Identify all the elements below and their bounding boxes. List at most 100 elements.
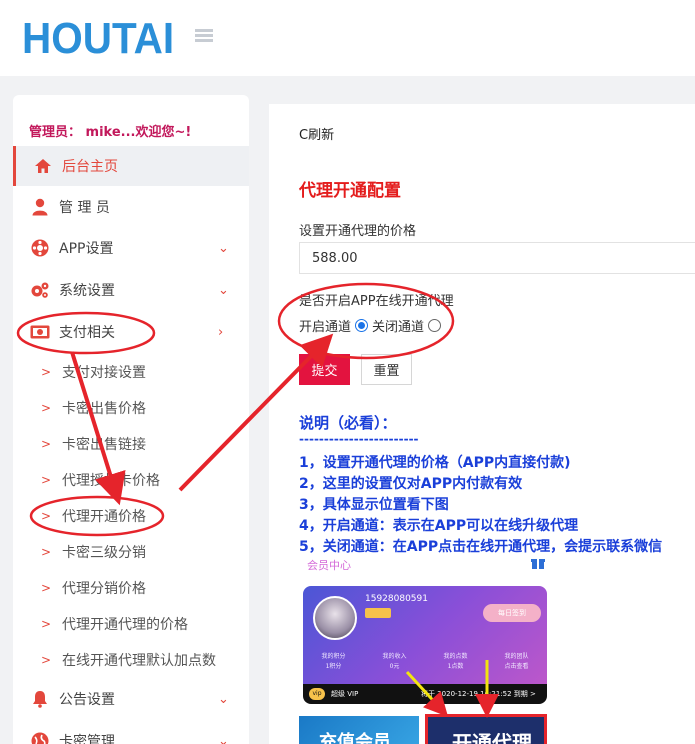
chevron-right-icon: > (41, 401, 52, 415)
vip-label: 超级 VIP (331, 690, 359, 698)
sidebar-subitem[interactable]: > 卡密三级分销 (13, 534, 249, 570)
sidebar-item-system-settings[interactable]: 系统设置 ⌄ (13, 270, 249, 310)
globe-icon (30, 731, 50, 744)
sidebar-subitem-label: 在线开通代理默认加点数 (62, 653, 216, 669)
agent-tile: 开通代理 (425, 714, 547, 744)
app-icon (30, 238, 50, 258)
sidebar-subitem[interactable]: > 代理分销价格 (13, 570, 249, 606)
radio-off[interactable] (428, 319, 442, 332)
sidebar-item-label: 系统设置 (59, 283, 115, 299)
sidebar-subitem-agent-price[interactable]: > 代理开通价格 (13, 498, 249, 534)
note-line: 2，这里的设置仅对APP内付款有效 (299, 476, 523, 492)
refresh-button[interactable]: C刷新 (299, 124, 334, 143)
radio-on[interactable] (355, 319, 369, 332)
sidebar-subitem[interactable]: > 支付对接设置 (13, 354, 249, 390)
money-icon (30, 322, 50, 342)
member-stats: 我的积分 1积分 我的收入 0元 我的点数 1点数 我的团队 点击查看 (303, 648, 547, 678)
radio-on-label: 开启通道 (299, 320, 352, 335)
stat: 我的收入 0元 (382, 653, 407, 670)
note-line: 3，具体显示位置看下图 (299, 497, 449, 513)
bell-icon (30, 689, 50, 709)
stat: 我的点数 1点数 (443, 653, 468, 670)
admin-welcome: 管理员： mike...欢迎您~! (29, 125, 192, 140)
home-icon (33, 156, 53, 176)
chevron-right-icon: > (41, 617, 52, 631)
vip-expiry: 将于 2020-12-19 16:21:52 到期 > (421, 690, 536, 698)
app-header-title: 会员中心 (307, 559, 351, 572)
stat: 我的团队 点击查看 (504, 653, 529, 670)
note-title: 说明（必看）： (299, 414, 397, 432)
reset-button[interactable]: 重置 (361, 354, 412, 385)
price-input[interactable] (299, 242, 695, 274)
sidebar-item-label: 支付相关 (59, 325, 115, 341)
sidebar-item-announcements[interactable]: 公告设置 ⌄ (13, 679, 249, 719)
recharge-tile: 充值会员 (299, 716, 419, 744)
chevron-right-icon: > (41, 653, 52, 667)
logo: HOUTAI (22, 14, 175, 63)
price-label: 设置开通代理的价格 (299, 224, 417, 239)
sidebar-item-payment[interactable]: 支付相关 › (13, 312, 249, 352)
member-id: 15928080591 (365, 594, 428, 604)
sidebar-item-admin[interactable]: 管 理 员 (13, 187, 249, 227)
sign-in-button: 每日签到 (483, 604, 541, 622)
chevron-right-icon: > (41, 581, 52, 595)
app-screenshot: 会员中心 15928080591 每日签到 我的积分 1积分 我的收入 0元 我… (299, 554, 551, 744)
app-header: 会员中心 (299, 554, 551, 576)
sidebar-subitem-label: 代理分销价格 (62, 581, 146, 597)
chevron-right-icon: > (41, 473, 52, 487)
sidebar-subitem[interactable]: > 卡密出售链接 (13, 426, 249, 462)
sidebar-subitem-label: 代理开通代理的价格 (62, 617, 188, 633)
chevron-right-icon: > (41, 545, 52, 559)
note-divider: ------------------------ (299, 432, 419, 446)
sidebar-item-label: APP设置 (59, 241, 114, 257)
chevron-down-icon: ⌄ (218, 691, 229, 707)
note-line: 1，设置开通代理的价格（APP内直接付款) (299, 455, 571, 471)
member-card: 15928080591 每日签到 我的积分 1积分 我的收入 0元 我的点数 1… (303, 586, 547, 696)
sidebar-item-home[interactable]: 后台主页 (13, 146, 249, 186)
note-line: 5，关闭通道：在APP点击在线开通代理，会提示联系微信 (299, 539, 663, 555)
sidebar-subitem-label: 卡密出售价格 (62, 401, 146, 417)
sidebar-subitem-label: 卡密三级分销 (62, 545, 146, 561)
recharge-tile-label: 充值会员 (319, 732, 391, 744)
chevron-right-icon: › (218, 324, 224, 340)
agent-tile-label: 开通代理 (452, 731, 532, 744)
vip-tag (365, 608, 391, 618)
page-title: 代理开通配置 (299, 181, 401, 201)
hamburger-icon[interactable] (195, 29, 213, 45)
main-panel: C刷新 代理开通配置 设置开通代理的价格 是否开启APP在线开通代理 开启通道 … (269, 104, 695, 744)
sidebar-subitem[interactable]: > 代理开通代理的价格 (13, 606, 249, 642)
vip-icon: vip (309, 688, 325, 700)
sidebar-item-label: 管 理 员 (59, 200, 110, 216)
sidebar-subitem-label: 代理开通价格 (62, 509, 146, 525)
sidebar-subitem-label: 卡密出售链接 (62, 437, 146, 453)
sidebar-subitem[interactable]: > 在线开通代理默认加点数 (13, 642, 249, 678)
submit-button[interactable]: 提交 (299, 354, 350, 385)
channel-radio-group: 开启通道 关闭通道 (299, 316, 445, 335)
vip-bar: vip 超级 VIP 将于 2020-12-19 16:21:52 到期 > (303, 684, 547, 704)
sidebar-item-card-management[interactable]: 卡密管理 ⌄ (13, 721, 249, 744)
sidebar: 管理员： mike...欢迎您~! 后台主页 管 理 员 APP设置 ⌄ 系统设… (13, 95, 249, 744)
chevron-down-icon: ⌄ (218, 240, 229, 256)
sidebar-item-label: 公告设置 (59, 692, 115, 708)
open-channel-label: 是否开启APP在线开通代理 (299, 294, 454, 309)
note-line: 4，开启通道：表示在APP可以在线升级代理 (299, 518, 579, 534)
sidebar-item-app-settings[interactable]: APP设置 ⌄ (13, 228, 249, 268)
sidebar-item-label: 卡密管理 (59, 734, 115, 744)
sidebar-subitem[interactable]: > 代理授权卡价格 (13, 462, 249, 498)
avatar (313, 596, 357, 640)
chevron-down-icon: ⌄ (218, 733, 229, 744)
gears-icon (30, 280, 50, 300)
user-icon (30, 197, 50, 217)
gift-icon (531, 559, 545, 569)
sidebar-subitem-label: 代理授权卡价格 (62, 473, 160, 489)
radio-off-label: 关闭通道 (372, 320, 425, 335)
top-bar: HOUTAI (0, 0, 695, 76)
sidebar-subitem[interactable]: > 卡密出售价格 (13, 390, 249, 426)
sidebar-item-label: 后台主页 (62, 159, 118, 175)
chevron-right-icon: > (41, 509, 52, 523)
chevron-right-icon: > (41, 437, 52, 451)
sidebar-subitem-label: 支付对接设置 (62, 365, 146, 381)
chevron-down-icon: ⌄ (218, 282, 229, 298)
stat: 我的积分 1积分 (321, 653, 346, 670)
chevron-right-icon: > (41, 365, 52, 379)
